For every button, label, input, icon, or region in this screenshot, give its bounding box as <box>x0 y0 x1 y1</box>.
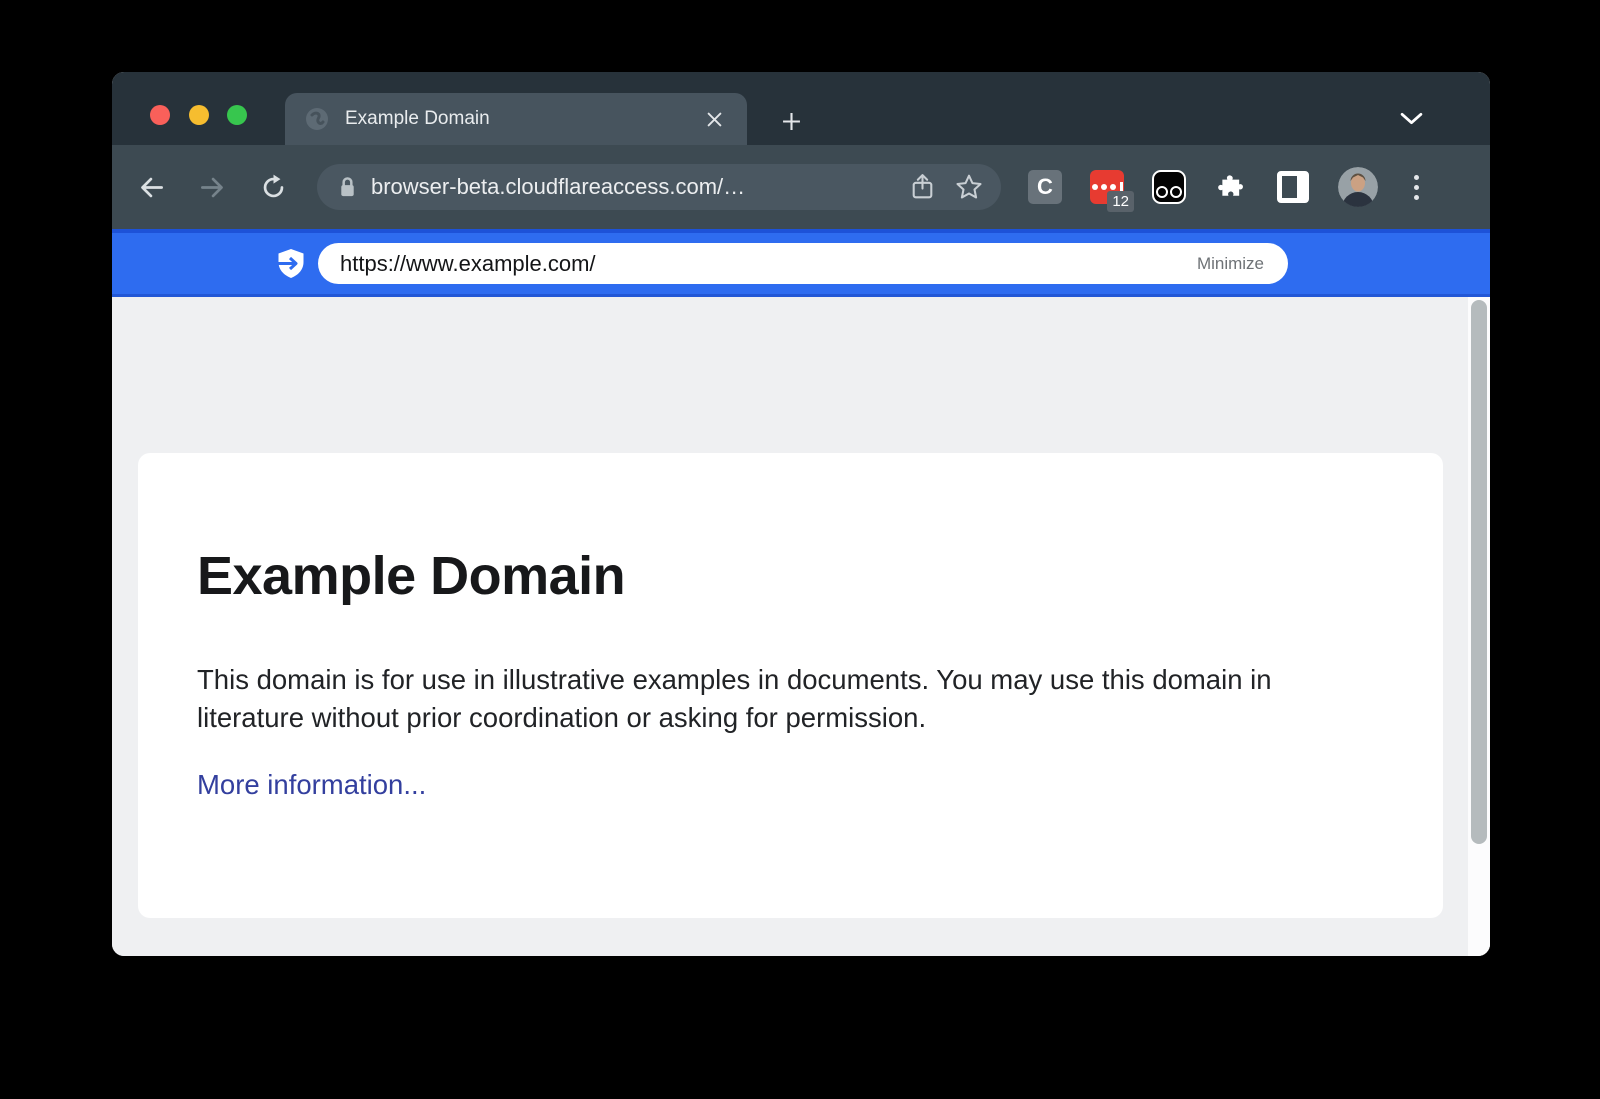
extension-c-label: C <box>1037 174 1053 200</box>
window-chevron-down-icon[interactable] <box>1400 112 1423 125</box>
extension-goggles-icon[interactable] <box>1152 170 1186 204</box>
browser-menu-icon[interactable] <box>1406 175 1426 200</box>
traffic-zoom-button[interactable] <box>227 105 247 125</box>
browser-window: Example Domain <box>112 72 1490 956</box>
profile-avatar[interactable] <box>1338 167 1378 207</box>
more-information-link[interactable]: More information... <box>197 769 426 801</box>
omnibox-url-text[interactable]: browser-beta.cloudflareaccess.com/… <box>371 174 745 200</box>
side-panel-glyph <box>1277 171 1309 203</box>
traffic-close-button[interactable] <box>150 105 170 125</box>
share-icon[interactable] <box>910 173 935 202</box>
forward-icon[interactable] <box>195 170 229 204</box>
omnibox-address-bar[interactable]: browser-beta.cloudflareaccess.com/… <box>317 164 1001 210</box>
page-viewport: Example Domain This domain is for use in… <box>112 297 1490 956</box>
tab-close-icon[interactable] <box>701 106 727 132</box>
back-icon[interactable] <box>134 170 168 204</box>
isolation-url-text[interactable]: https://www.example.com/ <box>340 251 596 277</box>
reload-icon[interactable] <box>256 170 290 204</box>
extension-badge-count: 12 <box>1107 191 1134 212</box>
extension-password-dots-icon[interactable]: 12 <box>1090 170 1124 204</box>
traffic-minimize-button[interactable] <box>189 105 209 125</box>
lock-icon[interactable] <box>337 175 358 200</box>
content-card: Example Domain This domain is for use in… <box>138 453 1443 918</box>
side-panel-icon[interactable] <box>1276 170 1310 204</box>
tab-favicon-globe-icon <box>305 107 329 131</box>
goggle-circle-left <box>1156 186 1168 198</box>
scrollbar-track[interactable] <box>1468 297 1490 956</box>
page-title: Example Domain <box>197 545 1443 607</box>
tab-example-domain[interactable]: Example Domain <box>285 93 747 145</box>
isolation-shield-icon[interactable] <box>276 247 307 280</box>
bookmark-star-icon[interactable] <box>955 173 983 201</box>
extensions-area: C 12 <box>1028 167 1426 207</box>
goggle-circle-right <box>1170 186 1182 198</box>
tab-title: Example Domain <box>345 108 490 130</box>
scrollbar-thumb[interactable] <box>1471 300 1487 844</box>
isolation-bar: https://www.example.com/ Minimize <box>112 229 1490 297</box>
new-tab-button[interactable] <box>774 104 808 138</box>
browser-toolbar: browser-beta.cloudflareaccess.com/… C <box>112 145 1490 229</box>
extension-c-icon[interactable]: C <box>1028 170 1062 204</box>
extensions-puzzle-icon[interactable] <box>1214 170 1248 204</box>
minimize-button[interactable]: Minimize <box>1197 254 1264 274</box>
page-paragraph: This domain is for use in illustrative e… <box>197 661 1347 737</box>
isolation-url-bar[interactable]: https://www.example.com/ Minimize <box>318 243 1288 284</box>
tab-strip: Example Domain <box>112 72 1490 145</box>
